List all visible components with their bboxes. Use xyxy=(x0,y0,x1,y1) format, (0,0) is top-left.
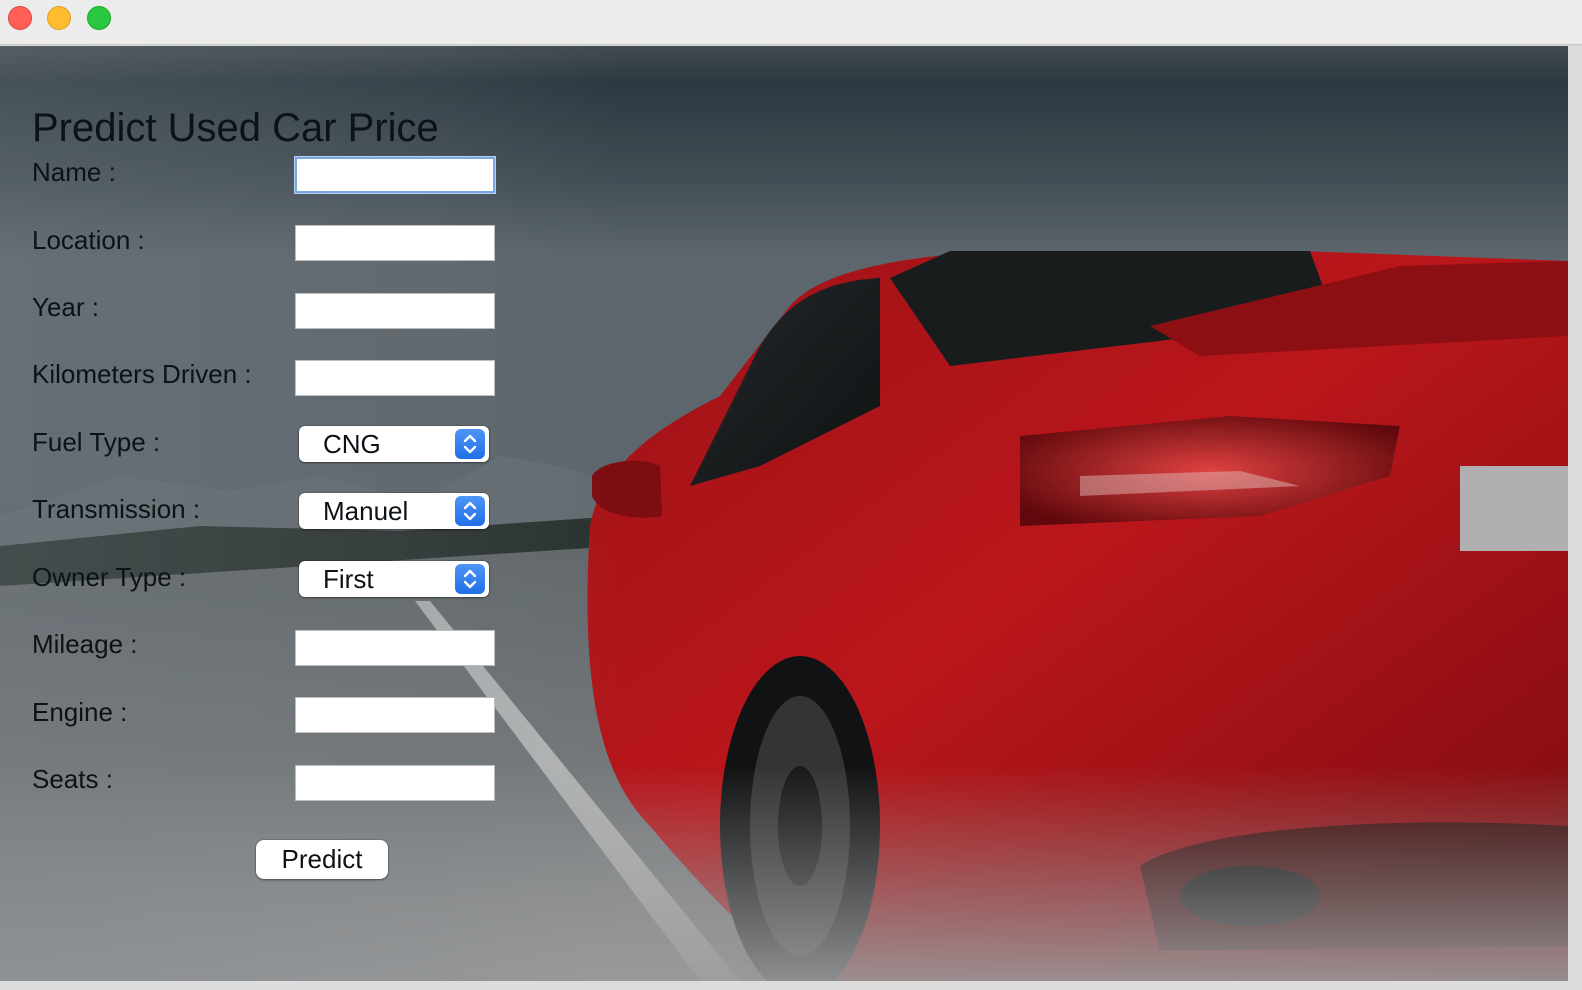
name-input[interactable] xyxy=(295,157,495,193)
transmission-label: Transmission : xyxy=(32,494,201,524)
mileage-label: Mileage : xyxy=(32,629,138,659)
fuel-type-value: CNG xyxy=(323,429,381,459)
year-label: Year : xyxy=(32,292,99,322)
transmission-value: Manuel xyxy=(323,496,409,526)
transmission-select[interactable]: Manuel xyxy=(299,493,489,529)
title-bar xyxy=(0,0,1582,45)
owner-type-label: Owner Type : xyxy=(32,562,187,592)
year-input[interactable] xyxy=(295,293,495,329)
owner-type-value: First xyxy=(323,564,374,594)
fuel-type-label: Fuel Type : xyxy=(32,427,161,457)
chevron-up-down-icon xyxy=(455,496,485,526)
window-edge-bottom xyxy=(0,981,1582,990)
page-title: Predict Used Car Price xyxy=(32,106,439,150)
app-window: Predict Used Car Price Name : Location :… xyxy=(0,0,1582,990)
mileage-input[interactable] xyxy=(295,630,495,666)
location-label: Location : xyxy=(32,225,145,255)
seats-label: Seats : xyxy=(32,764,113,794)
kilometers-driven-label: Kilometers Driven : xyxy=(32,359,252,389)
zoom-window-button[interactable] xyxy=(87,6,111,30)
predict-button[interactable]: Predict xyxy=(256,840,388,879)
owner-type-select[interactable]: First xyxy=(299,561,489,597)
close-window-button[interactable] xyxy=(8,6,32,30)
name-label: Name : xyxy=(32,157,116,187)
fuel-type-select[interactable]: CNG xyxy=(299,426,489,462)
chevron-up-down-icon xyxy=(455,564,485,594)
window-edge xyxy=(1568,46,1582,981)
chevron-up-down-icon xyxy=(455,429,485,459)
seats-input[interactable] xyxy=(295,765,495,801)
minimize-window-button[interactable] xyxy=(47,6,71,30)
engine-label: Engine : xyxy=(32,697,128,727)
location-input[interactable] xyxy=(295,225,495,261)
main-panel xyxy=(0,46,1568,981)
engine-input[interactable] xyxy=(295,697,495,733)
kilometers-driven-input[interactable] xyxy=(295,360,495,396)
